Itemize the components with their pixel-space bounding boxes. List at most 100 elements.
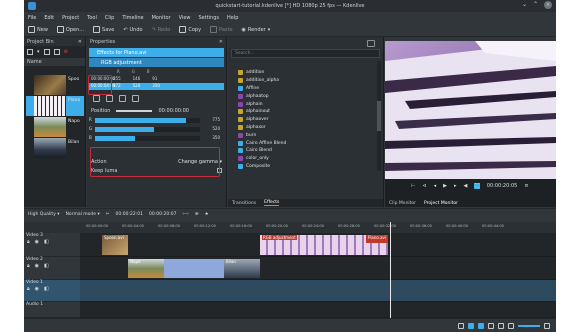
track-video-2[interactable]: Napo Bilan [80,257,556,280]
quality-select[interactable]: High Quality ▾ [28,212,60,217]
bin-clip-selected[interactable]: Piano [26,96,84,116]
render-button[interactable]: ◉ Render ▾ [242,27,271,33]
timeline-position[interactable]: 00:00:22:01 [116,212,143,217]
zoom-icon[interactable]: ⊕ [195,212,199,217]
effect-item[interactable]: alphainout [238,108,364,116]
remove-keyframe-icon[interactable] [106,94,113,102]
menu-tool[interactable]: Tool [87,15,97,21]
position-slider[interactable] [116,109,153,112]
menu-settings[interactable]: Settings [199,15,220,21]
paste-button[interactable]: Paste [210,26,233,33]
add-keyframe-icon[interactable] [93,94,100,102]
timeline-effect-badge[interactable]: Piano.avi [366,235,388,243]
timeline-clip-napo[interactable]: Napo [128,259,164,278]
audio-icon[interactable]: ◧ [44,239,49,245]
effect-item[interactable]: Affine [238,85,364,93]
menu-clip[interactable]: Clip [105,15,114,21]
effect-item[interactable]: alphain [238,100,364,108]
timeline-transition[interactable] [164,259,224,278]
open-button[interactable]: Open... [56,26,84,33]
timeline-playhead[interactable] [390,222,391,318]
menu-monitor[interactable]: Monitor [152,15,171,21]
mark-out-icon[interactable]: ◀ [463,183,467,189]
new-button[interactable]: New [28,26,48,33]
bin-clip[interactable]: Spoo [26,75,84,95]
effect-item[interactable]: addition_alpha [238,77,364,85]
add-clip-icon[interactable] [43,49,50,55]
tab-project-monitor[interactable]: Project Monitor [424,201,458,206]
delete-icon[interactable]: ⊘ [64,49,68,55]
razor-icon[interactable]: ✂ [106,212,110,217]
timeline-clip-spoon[interactable]: Spoon.avi [102,235,128,255]
keyframe-options-icon[interactable] [132,94,139,102]
track-video-3[interactable]: Spoon.avi RGB adjustment Piano.avi [80,233,556,257]
mode-select[interactable]: Normal mode ▾ [66,212,100,217]
green-slider[interactable]: G 520 [89,126,220,134]
effect-item[interactable]: burn [238,131,364,139]
mark-in-icon[interactable]: ⊲ [422,183,426,189]
menu-project[interactable]: Project [62,15,79,21]
track-audio-1[interactable] [80,302,556,318]
tab-clip-monitor[interactable]: Clip Monitor [389,201,416,206]
lock-icon[interactable]: 🔒︎ [27,239,30,245]
forward-icon[interactable]: ▸ [454,183,457,189]
lock-icon[interactable]: 🔒︎ [27,263,30,269]
copy-button[interactable]: Copy [179,26,201,33]
redo-button[interactable]: ↷ Redo [152,27,171,33]
effect-header-rgb-adjustment[interactable]: RGB adjustment [89,58,224,67]
effect-item[interactable]: addition [238,69,364,77]
tab-effects[interactable]: Effects [264,200,280,206]
bin-clip[interactable]: Bilan [26,138,84,158]
view-mode-icon[interactable] [27,49,33,55]
menu-timeline[interactable]: Timeline [122,15,143,21]
effects-scrollbar-thumb[interactable] [377,101,381,131]
status-icon[interactable] [458,322,464,329]
effect-item[interactable]: Cairo Affine Blend [238,139,364,147]
fullscreen-icon[interactable]: ⛶ [474,183,480,189]
effect-item[interactable]: Composite [238,163,364,171]
red-slider[interactable]: R 775 [89,117,220,125]
status-icon[interactable] [498,322,504,329]
maximize-icon[interactable]: ⌃ [533,1,538,9]
chevron-down-icon[interactable]: ▾ [37,49,40,55]
status-icon[interactable] [468,322,474,329]
play-range-icon[interactable]: ⊢ [411,183,415,189]
zoom-slider[interactable] [518,324,540,327]
visibility-icon[interactable]: ◉ [35,239,39,245]
effect-item[interactable]: color_only [238,155,364,163]
minimize-icon[interactable]: ⌄ [522,1,527,9]
effect-item[interactable]: alphaover [238,116,364,124]
save-button[interactable]: Save [93,26,114,33]
visibility-icon[interactable]: ◉ [35,263,39,269]
favorite-icon[interactable]: ★ [205,212,209,217]
close-icon[interactable]: × [544,1,552,9]
folder-icon[interactable] [53,49,60,55]
status-icon[interactable] [478,322,484,329]
audio-icon[interactable]: ◧ [44,263,49,269]
timeline-clip-bilan[interactable]: Bilan [224,259,260,278]
effects-scrollbar[interactable] [377,61,381,171]
status-icon[interactable] [488,322,494,329]
effect-item[interactable]: alphaatop [238,92,364,100]
audio-icon[interactable]: ◧ [44,286,49,292]
bin-clip[interactable]: Napo [26,117,84,137]
monitor-timecode[interactable]: 00:00:20:05 [487,183,518,189]
blue-slider[interactable]: B 350 [89,135,220,143]
menu-icon[interactable]: ≡ [524,183,528,189]
undo-button[interactable]: ↶ Undo [123,27,142,33]
menu-edit[interactable]: Edit [44,15,54,21]
snap-icon[interactable]: ⟺ [182,212,188,217]
effect-item[interactable]: alphaxor [238,124,364,132]
menu-file[interactable]: File [28,15,36,21]
panel-close-icon[interactable]: ✕ [78,39,82,45]
timeline-duration[interactable]: 00:00:20:07 [149,212,176,217]
menu-help[interactable]: Help [227,15,238,21]
effects-search-input[interactable]: Search... [231,49,380,58]
menu-view[interactable]: View [179,15,191,21]
effect-item[interactable]: Cairo Blend [238,147,364,155]
zoom-out-icon[interactable] [508,322,514,329]
lock-icon[interactable]: 🔒︎ [27,286,30,292]
zoom-in-icon[interactable] [544,322,550,329]
timeline-ruler[interactable]: 00:00:00:00 00:00:04:00 00:00:08:00 00:0… [24,222,556,233]
tab-transitions[interactable]: Transitions [232,201,256,206]
